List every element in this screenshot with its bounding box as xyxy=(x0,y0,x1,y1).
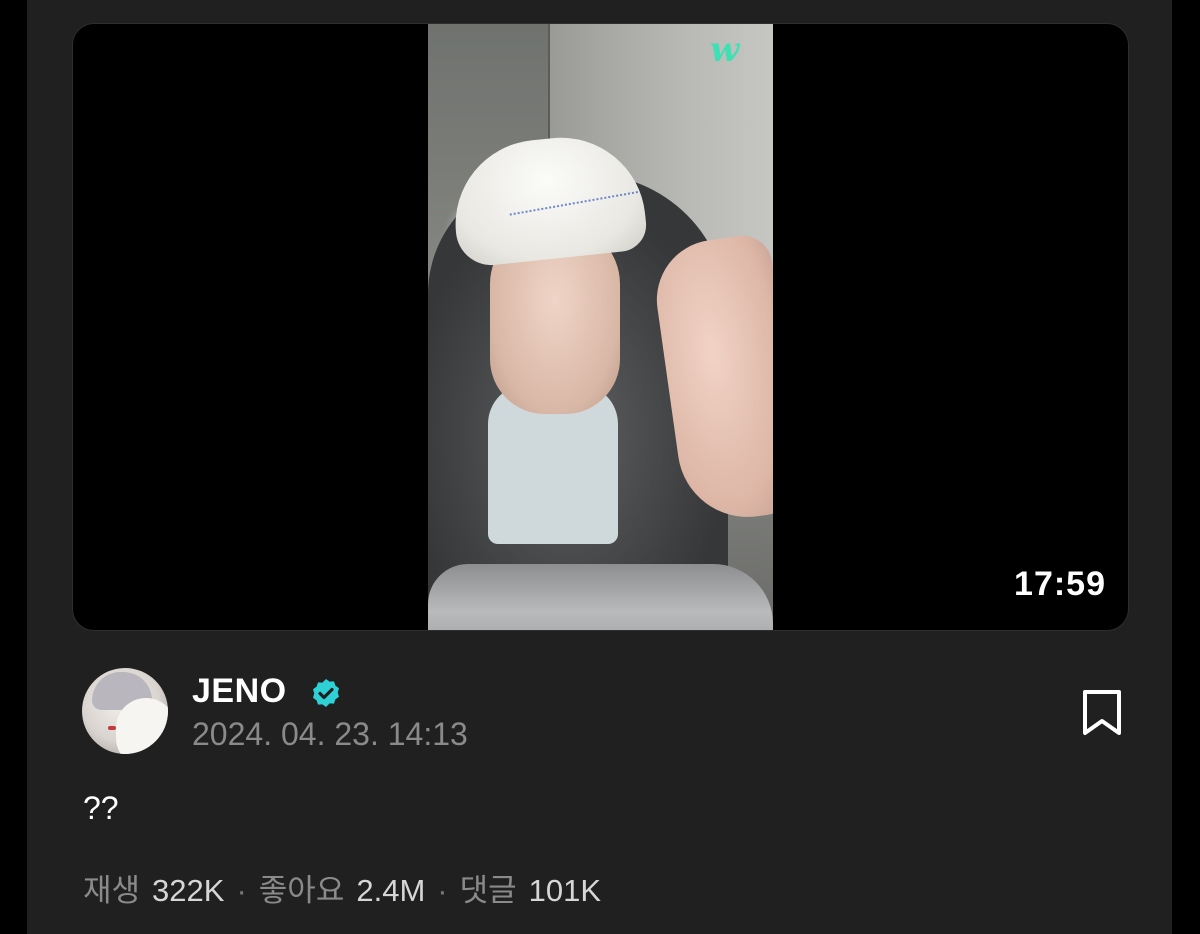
video-player[interactable]: w 17:59 xyxy=(72,23,1129,631)
bookmark-icon[interactable] xyxy=(1078,688,1126,738)
stats-separator: · xyxy=(437,873,448,908)
video-duration: 17:59 xyxy=(1014,565,1106,603)
likes-count: 2.4M xyxy=(356,873,426,908)
verified-badge-icon xyxy=(313,679,339,707)
post-caption: ?? xyxy=(83,790,119,826)
plays-label: 재생 xyxy=(83,873,141,908)
author-avatar[interactable] xyxy=(82,668,168,754)
comments-count[interactable]: 101K xyxy=(529,873,601,908)
stats-separator: · xyxy=(236,873,247,908)
post-stats: 재생 322K · 좋아요 2.4M · 댓글 101K xyxy=(83,865,601,910)
watermark-logo: w xyxy=(710,30,739,70)
plays-count: 322K xyxy=(152,873,225,908)
video-thumbnail: w xyxy=(428,24,773,630)
comments-label[interactable]: 댓글 xyxy=(460,873,517,908)
author-name[interactable]: JENO xyxy=(192,672,287,711)
post-date: 2024. 04. 23. 14:13 xyxy=(192,716,468,752)
likes-label: 좋아요 xyxy=(258,873,345,908)
